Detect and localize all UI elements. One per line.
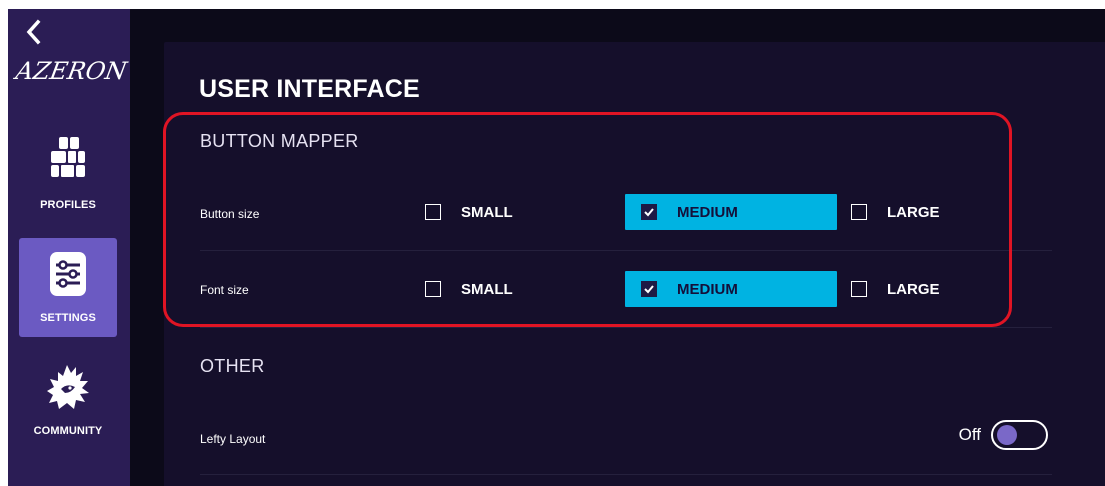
divider bbox=[200, 250, 1052, 251]
checkbox[interactable] bbox=[425, 204, 441, 220]
checkmark-icon bbox=[644, 208, 654, 217]
back-button[interactable] bbox=[22, 17, 46, 47]
sidebar-item-profiles[interactable]: PROFILES bbox=[19, 121, 117, 220]
option-label: SMALL bbox=[461, 203, 513, 221]
lefty-layout-label: Lefty Layout bbox=[200, 432, 266, 446]
divider bbox=[200, 327, 1052, 328]
app-window: AZERON PROFILES SETTINGS COMMUNITY USER … bbox=[8, 9, 1105, 486]
checkmark-icon bbox=[644, 285, 654, 294]
lefty-layout-toggle-group: Off bbox=[959, 420, 1048, 450]
lefty-layout-toggle[interactable] bbox=[991, 420, 1048, 450]
option-label: MEDIUM bbox=[677, 280, 738, 298]
button-size-small-option[interactable]: SMALL bbox=[425, 194, 555, 230]
button-size-large-option[interactable]: LARGE bbox=[851, 194, 981, 230]
button-size-label: Button size bbox=[200, 207, 260, 221]
sidebar-item-settings[interactable]: SETTINGS bbox=[19, 238, 117, 337]
section-title-other: OTHER bbox=[200, 356, 265, 376]
chevron-left-icon bbox=[26, 19, 41, 45]
sliders-icon bbox=[50, 252, 86, 296]
option-label: MEDIUM bbox=[677, 203, 738, 221]
checkbox-checked[interactable] bbox=[641, 281, 657, 297]
brand-logo: AZERON bbox=[13, 57, 129, 85]
checkbox[interactable] bbox=[851, 204, 867, 220]
grid-icon bbox=[51, 137, 85, 177]
font-size-medium-option[interactable]: MEDIUM bbox=[625, 271, 837, 307]
toggle-state-text: Off bbox=[958, 425, 981, 444]
sidebar-item-label: PROFILES bbox=[40, 199, 96, 211]
option-label: SMALL bbox=[461, 280, 513, 298]
font-size-label: Font size bbox=[200, 283, 249, 297]
page-title: USER INTERFACE bbox=[199, 75, 420, 103]
divider bbox=[200, 474, 1052, 475]
checkbox[interactable] bbox=[851, 281, 867, 297]
checkbox[interactable] bbox=[425, 281, 441, 297]
sidebar-item-community[interactable]: COMMUNITY bbox=[19, 355, 117, 454]
toggle-knob bbox=[997, 425, 1017, 445]
option-label: LARGE bbox=[887, 203, 940, 221]
checkbox-checked[interactable] bbox=[641, 204, 657, 220]
section-title-button-mapper: BUTTON MAPPER bbox=[200, 131, 359, 151]
sidebar: AZERON PROFILES SETTINGS COMMUNITY bbox=[8, 9, 130, 486]
button-size-medium-option[interactable]: MEDIUM bbox=[625, 194, 837, 230]
sidebar-item-label: SETTINGS bbox=[40, 312, 96, 324]
dragon-icon bbox=[47, 365, 89, 409]
font-size-large-option[interactable]: LARGE bbox=[851, 271, 981, 307]
font-size-small-option[interactable]: SMALL bbox=[425, 271, 555, 307]
sidebar-item-label: COMMUNITY bbox=[33, 425, 103, 437]
settings-panel: USER INTERFACE BUTTON MAPPER Button size… bbox=[164, 42, 1105, 486]
option-label: LARGE bbox=[887, 280, 940, 298]
